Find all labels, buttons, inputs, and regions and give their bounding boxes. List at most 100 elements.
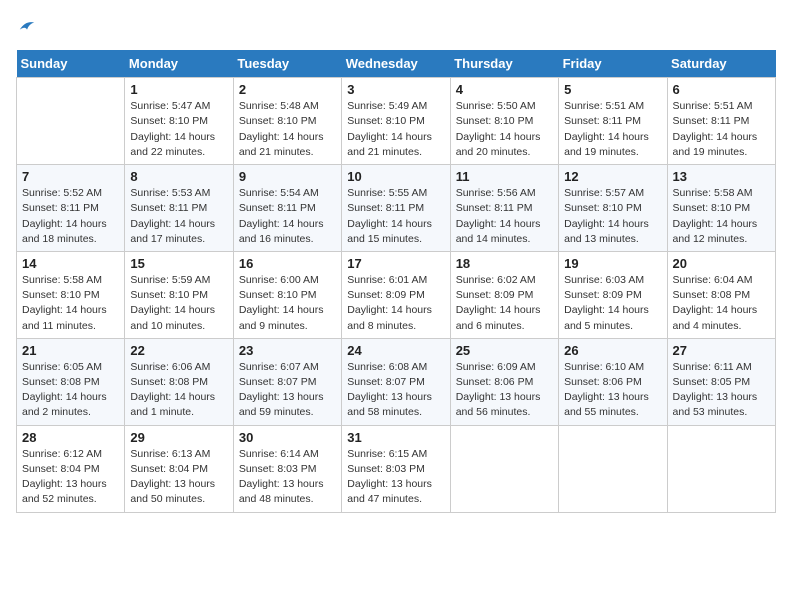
- calendar-week-row: 1 Sunrise: 5:47 AM Sunset: 8:10 PM Daylig…: [17, 78, 776, 165]
- day-number: 27: [673, 343, 770, 358]
- day-of-week-header: Tuesday: [233, 50, 341, 78]
- day-info: Sunrise: 5:52 AM Sunset: 8:11 PM Dayligh…: [22, 186, 119, 247]
- logo-text: [16, 16, 36, 40]
- day-of-week-header: Wednesday: [342, 50, 450, 78]
- calendar-day-cell: 10 Sunrise: 5:55 AM Sunset: 8:11 PM Dayli…: [342, 165, 450, 252]
- day-number: 18: [456, 256, 553, 271]
- calendar-week-row: 7 Sunrise: 5:52 AM Sunset: 8:11 PM Daylig…: [17, 165, 776, 252]
- day-number: 5: [564, 82, 661, 97]
- day-info: Sunrise: 5:49 AM Sunset: 8:10 PM Dayligh…: [347, 99, 444, 160]
- calendar-day-cell: 31 Sunrise: 6:15 AM Sunset: 8:03 PM Dayli…: [342, 425, 450, 512]
- day-info: Sunrise: 6:15 AM Sunset: 8:03 PM Dayligh…: [347, 447, 444, 508]
- day-number: 17: [347, 256, 444, 271]
- day-info: Sunrise: 6:13 AM Sunset: 8:04 PM Dayligh…: [130, 447, 227, 508]
- day-number: 6: [673, 82, 770, 97]
- day-info: Sunrise: 5:57 AM Sunset: 8:10 PM Dayligh…: [564, 186, 661, 247]
- calendar-day-cell: 6Sunrise: 5:51 AM Sunset: 8:11 PM Daylig…: [667, 78, 775, 165]
- calendar-day-cell: 22 Sunrise: 6:06 AM Sunset: 8:08 PM Dayli…: [125, 338, 233, 425]
- day-number: 25: [456, 343, 553, 358]
- day-info: Sunrise: 6:00 AM Sunset: 8:10 PM Dayligh…: [239, 273, 336, 334]
- calendar-day-cell: 16 Sunrise: 6:00 AM Sunset: 8:10 PM Dayli…: [233, 251, 341, 338]
- logo-bird-icon: [18, 17, 36, 35]
- calendar-day-cell: 20 Sunrise: 6:04 AM Sunset: 8:08 PM Dayli…: [667, 251, 775, 338]
- day-number: 19: [564, 256, 661, 271]
- calendar-day-cell: 19 Sunrise: 6:03 AM Sunset: 8:09 PM Dayli…: [559, 251, 667, 338]
- calendar-day-cell: 23Sunrise: 6:07 AM Sunset: 8:07 PM Dayli…: [233, 338, 341, 425]
- logo: [16, 16, 36, 40]
- calendar-day-cell: 1 Sunrise: 5:47 AM Sunset: 8:10 PM Daylig…: [125, 78, 233, 165]
- calendar-week-row: 28Sunrise: 6:12 AM Sunset: 8:04 PM Dayli…: [17, 425, 776, 512]
- day-number: 21: [22, 343, 119, 358]
- calendar-day-cell: [17, 78, 125, 165]
- calendar-table: SundayMondayTuesdayWednesdayThursdayFrid…: [16, 50, 776, 512]
- calendar-day-cell: 14 Sunrise: 5:58 AM Sunset: 8:10 PM Dayli…: [17, 251, 125, 338]
- calendar-day-cell: 4Sunrise: 5:50 AM Sunset: 8:10 PM Daylig…: [450, 78, 558, 165]
- calendar-day-cell: 15 Sunrise: 5:59 AM Sunset: 8:10 PM Dayli…: [125, 251, 233, 338]
- day-number: 16: [239, 256, 336, 271]
- calendar-day-cell: 21 Sunrise: 6:05 AM Sunset: 8:08 PM Dayli…: [17, 338, 125, 425]
- day-info: Sunrise: 5:51 AM Sunset: 8:11 PM Dayligh…: [564, 99, 661, 160]
- calendar-day-cell: [667, 425, 775, 512]
- calendar-day-cell: 8 Sunrise: 5:53 AM Sunset: 8:11 PM Daylig…: [125, 165, 233, 252]
- calendar-day-cell: 7 Sunrise: 5:52 AM Sunset: 8:11 PM Daylig…: [17, 165, 125, 252]
- calendar-day-cell: 24 Sunrise: 6:08 AM Sunset: 8:07 PM Dayli…: [342, 338, 450, 425]
- day-of-week-header: Monday: [125, 50, 233, 78]
- day-info: Sunrise: 6:12 AM Sunset: 8:04 PM Dayligh…: [22, 447, 119, 508]
- day-info: Sunrise: 6:08 AM Sunset: 8:07 PM Dayligh…: [347, 360, 444, 421]
- calendar-day-cell: 3 Sunrise: 5:49 AM Sunset: 8:10 PM Daylig…: [342, 78, 450, 165]
- page-header: [16, 16, 776, 40]
- day-of-week-header: Saturday: [667, 50, 775, 78]
- calendar-day-cell: 28Sunrise: 6:12 AM Sunset: 8:04 PM Dayli…: [17, 425, 125, 512]
- calendar-day-cell: 11Sunrise: 5:56 AM Sunset: 8:11 PM Dayli…: [450, 165, 558, 252]
- day-number: 30: [239, 430, 336, 445]
- day-number: 10: [347, 169, 444, 184]
- day-number: 7: [22, 169, 119, 184]
- calendar-week-row: 21 Sunrise: 6:05 AM Sunset: 8:08 PM Dayli…: [17, 338, 776, 425]
- day-info: Sunrise: 6:01 AM Sunset: 8:09 PM Dayligh…: [347, 273, 444, 334]
- calendar-day-cell: [450, 425, 558, 512]
- calendar-day-cell: 27Sunrise: 6:11 AM Sunset: 8:05 PM Dayli…: [667, 338, 775, 425]
- day-info: Sunrise: 5:54 AM Sunset: 8:11 PM Dayligh…: [239, 186, 336, 247]
- day-number: 3: [347, 82, 444, 97]
- day-info: Sunrise: 5:58 AM Sunset: 8:10 PM Dayligh…: [673, 186, 770, 247]
- day-number: 1: [130, 82, 227, 97]
- day-number: 12: [564, 169, 661, 184]
- calendar-day-cell: 25Sunrise: 6:09 AM Sunset: 8:06 PM Dayli…: [450, 338, 558, 425]
- day-info: Sunrise: 6:04 AM Sunset: 8:08 PM Dayligh…: [673, 273, 770, 334]
- day-number: 20: [673, 256, 770, 271]
- day-info: Sunrise: 6:02 AM Sunset: 8:09 PM Dayligh…: [456, 273, 553, 334]
- day-info: Sunrise: 5:59 AM Sunset: 8:10 PM Dayligh…: [130, 273, 227, 334]
- calendar-week-row: 14 Sunrise: 5:58 AM Sunset: 8:10 PM Dayli…: [17, 251, 776, 338]
- day-info: Sunrise: 6:05 AM Sunset: 8:08 PM Dayligh…: [22, 360, 119, 421]
- day-info: Sunrise: 5:56 AM Sunset: 8:11 PM Dayligh…: [456, 186, 553, 247]
- day-of-week-header: Sunday: [17, 50, 125, 78]
- day-info: Sunrise: 6:06 AM Sunset: 8:08 PM Dayligh…: [130, 360, 227, 421]
- day-number: 13: [673, 169, 770, 184]
- day-info: Sunrise: 6:03 AM Sunset: 8:09 PM Dayligh…: [564, 273, 661, 334]
- day-of-week-header: Thursday: [450, 50, 558, 78]
- day-number: 24: [347, 343, 444, 358]
- day-of-week-header: Friday: [559, 50, 667, 78]
- day-number: 2: [239, 82, 336, 97]
- calendar-day-cell: 9 Sunrise: 5:54 AM Sunset: 8:11 PM Daylig…: [233, 165, 341, 252]
- day-info: Sunrise: 5:58 AM Sunset: 8:10 PM Dayligh…: [22, 273, 119, 334]
- day-number: 8: [130, 169, 227, 184]
- day-number: 4: [456, 82, 553, 97]
- day-number: 29: [130, 430, 227, 445]
- calendar-day-cell: 17 Sunrise: 6:01 AM Sunset: 8:09 PM Dayli…: [342, 251, 450, 338]
- day-info: Sunrise: 5:47 AM Sunset: 8:10 PM Dayligh…: [130, 99, 227, 160]
- calendar-day-cell: 30 Sunrise: 6:14 AM Sunset: 8:03 PM Dayli…: [233, 425, 341, 512]
- calendar-day-cell: 12 Sunrise: 5:57 AM Sunset: 8:10 PM Dayli…: [559, 165, 667, 252]
- calendar-day-cell: 26Sunrise: 6:10 AM Sunset: 8:06 PM Dayli…: [559, 338, 667, 425]
- day-number: 22: [130, 343, 227, 358]
- day-number: 23: [239, 343, 336, 358]
- day-number: 15: [130, 256, 227, 271]
- day-number: 9: [239, 169, 336, 184]
- day-info: Sunrise: 5:55 AM Sunset: 8:11 PM Dayligh…: [347, 186, 444, 247]
- day-info: Sunrise: 5:53 AM Sunset: 8:11 PM Dayligh…: [130, 186, 227, 247]
- calendar-day-cell: 29 Sunrise: 6:13 AM Sunset: 8:04 PM Dayli…: [125, 425, 233, 512]
- day-number: 14: [22, 256, 119, 271]
- day-info: Sunrise: 6:10 AM Sunset: 8:06 PM Dayligh…: [564, 360, 661, 421]
- day-number: 31: [347, 430, 444, 445]
- day-info: Sunrise: 6:14 AM Sunset: 8:03 PM Dayligh…: [239, 447, 336, 508]
